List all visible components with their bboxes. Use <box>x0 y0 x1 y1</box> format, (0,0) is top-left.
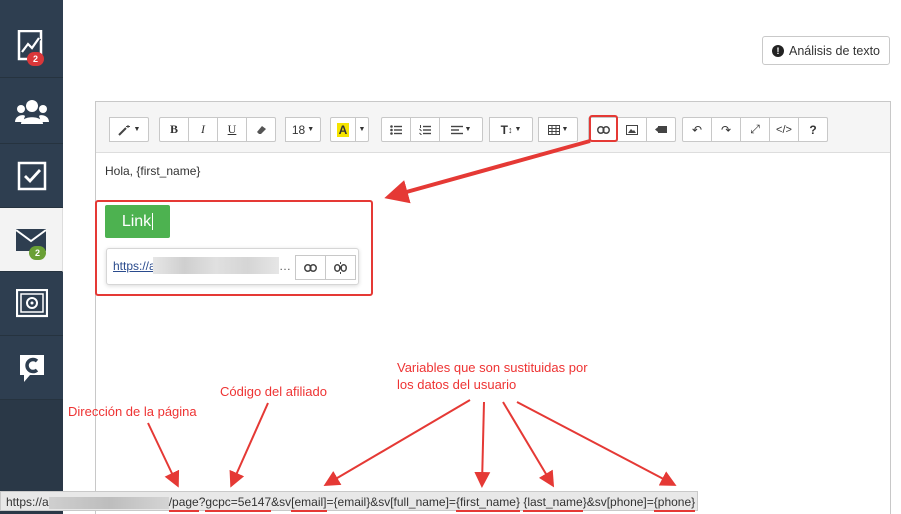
status-url-email: ={email}&sv[full_name]= <box>326 495 456 509</box>
bullet-list-button[interactable] <box>381 117 411 142</box>
numbered-list-button[interactable] <box>410 117 440 142</box>
status-url-gcpc: gcpc=5e147 <box>205 495 272 512</box>
toolbar-group-misc: ↶ ↷ ⤢ </> ? <box>682 117 828 142</box>
toolbar-group-style: ▼ <box>109 117 149 142</box>
sidebar-item-stats[interactable]: 2 <box>0 14 63 78</box>
magic-wand-icon <box>117 124 130 136</box>
page-address-note: Dirección de la página <box>68 404 197 419</box>
fullscreen-button[interactable]: ⤢ <box>740 117 770 142</box>
help-button[interactable]: ? <box>798 117 828 142</box>
numbered-list-icon <box>419 124 431 135</box>
exclamation-icon: ! <box>771 44 784 57</box>
users-icon <box>14 99 49 124</box>
link-highlight-box <box>95 200 373 296</box>
eraser-icon <box>256 125 266 134</box>
italic-button[interactable]: I <box>188 117 218 142</box>
underline-button[interactable]: U <box>217 117 247 142</box>
sidebar: 2 2 <box>0 0 63 514</box>
font-size-value: 18 <box>291 122 306 137</box>
text-size-button[interactable]: T ↕ ▼ <box>489 117 533 142</box>
text-analysis-label: Análisis de texto <box>788 43 881 58</box>
text-size-arrows-icon: ↕ <box>507 124 513 135</box>
status-url-last-name: {last_name <box>523 495 583 512</box>
checkbox-icon <box>17 161 46 190</box>
sidebar-item-mail[interactable]: 2 <box>0 208 63 272</box>
video-icon <box>655 126 667 133</box>
undo-button[interactable]: ↶ <box>682 117 712 142</box>
safe-icon <box>15 288 48 317</box>
status-url-phone: {phone} <box>653 495 696 512</box>
sidebar-item-safe[interactable] <box>0 272 63 336</box>
text-color-dropdown[interactable]: ▼ <box>355 117 369 142</box>
bold-button[interactable]: B <box>159 117 189 142</box>
status-bar-url: https://a/page?gcpc=5e147&sv[email]={ema… <box>0 491 698 512</box>
stats-badge: 2 <box>27 52 45 66</box>
status-url-email-key: [email] <box>291 495 327 512</box>
greeting-text[interactable]: Hola, {first_name} <box>105 164 200 178</box>
status-url-prefix: https://a <box>6 495 49 509</box>
sidebar-item-tasks[interactable] <box>0 144 63 208</box>
status-url-amp: &sv <box>271 495 292 509</box>
magic-style-button[interactable]: ▼ <box>109 117 149 142</box>
toolbar-group-table: ▼ <box>538 117 578 142</box>
toolbar-group-color: A ▼ <box>330 117 369 142</box>
highlight-a-icon: A <box>336 122 350 137</box>
font-size-select[interactable]: 18 ▼ <box>285 117 321 142</box>
code-view-button[interactable]: </> <box>769 117 799 142</box>
editor-toolbar: ▼ B I U 18 ▼ A ▼ ▼ T ↕ ▼ ▼ ↶ ↷ ⤢ </> ? <box>96 102 890 153</box>
c-logo-icon <box>19 354 44 382</box>
image-icon <box>626 124 638 135</box>
toolbar-group-size: 18 ▼ <box>285 117 321 142</box>
app-root: 2 2 ! Análisis de texto ▼ B I U 18 ▼ A ▼… <box>0 0 901 514</box>
table-button[interactable]: ▼ <box>538 117 578 142</box>
variables-note-line1: Variables que son sustituidas por <box>397 360 588 375</box>
sidebar-item-contacts[interactable] <box>0 80 63 144</box>
status-url-phone-key: }&sv[phone]= <box>582 495 654 509</box>
text-size-label: T <box>500 122 508 137</box>
toolbar-group-paragraph: ▼ <box>381 117 483 142</box>
insert-video-button[interactable] <box>646 117 676 142</box>
table-icon <box>547 124 560 135</box>
redacted-domain <box>48 496 169 509</box>
toolbar-group-font: B I U <box>159 117 276 142</box>
text-analysis-button[interactable]: ! Análisis de texto <box>762 36 890 65</box>
insert-image-button[interactable] <box>617 117 647 142</box>
status-url-first-name: {first_name} <box>455 495 520 512</box>
mail-badge: 2 <box>29 246 47 260</box>
rich-text-editor: ▼ B I U 18 ▼ A ▼ ▼ T ↕ ▼ ▼ ↶ ↷ ⤢ </> ? H… <box>95 101 891 514</box>
text-color-button[interactable]: A <box>330 117 356 142</box>
affiliate-code-note: Código del afiliado <box>220 384 327 399</box>
eraser-button[interactable] <box>246 117 276 142</box>
status-url-path: /page <box>168 495 199 512</box>
variables-note-line2: los datos del usuario <box>397 377 517 392</box>
toolbar-group-textsize: T ↕ ▼ <box>489 117 533 142</box>
align-button[interactable]: ▼ <box>439 117 483 142</box>
redo-button[interactable]: ↷ <box>711 117 741 142</box>
link-tool-highlight-box <box>589 115 618 142</box>
bullet-list-icon <box>390 124 402 135</box>
align-left-icon <box>450 125 463 134</box>
sidebar-item-brand[interactable] <box>0 336 63 400</box>
